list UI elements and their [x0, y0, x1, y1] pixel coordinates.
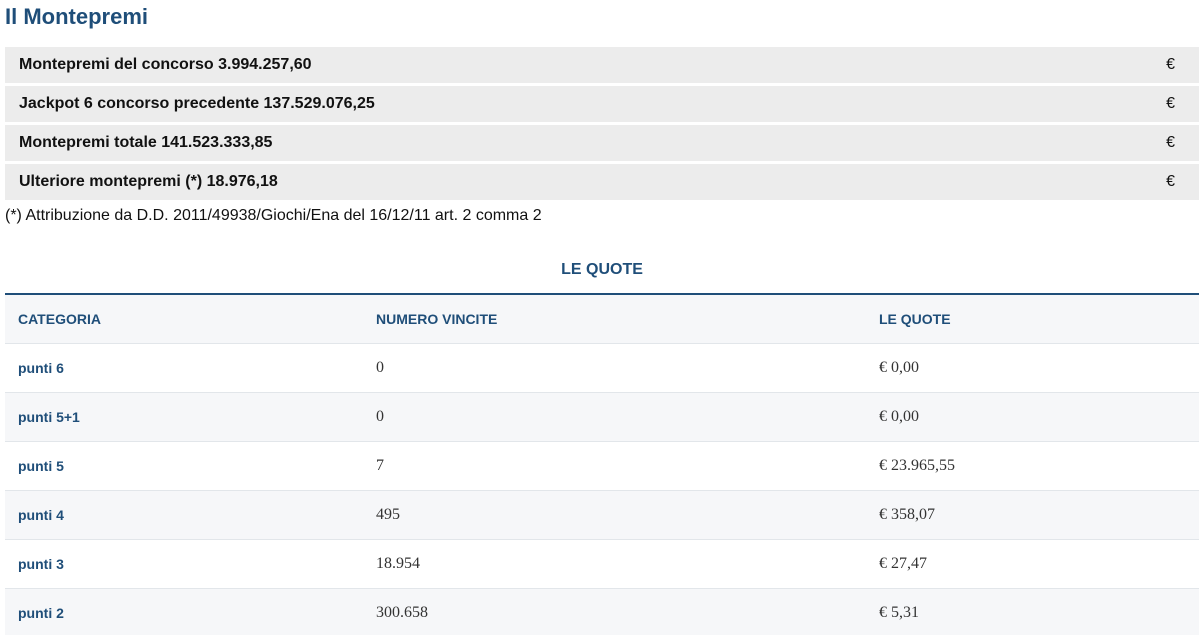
- quota-cell: € 27,47: [866, 539, 1199, 589]
- prize-row-jackpot: Jackpot 6 concorso precedente 137.529.07…: [5, 86, 1199, 122]
- currency-symbol: €: [1166, 95, 1175, 112]
- currency-symbol: €: [1166, 134, 1175, 151]
- prize-row-concorso: Montepremi del concorso 3.994.257,60 €: [5, 47, 1199, 83]
- quota-cell: € 23.965,55: [866, 441, 1199, 491]
- quote-table: CATEGORIA NUMERO VINCITE LE QUOTE punti …: [5, 293, 1199, 635]
- quota-cell: € 358,07: [866, 490, 1199, 540]
- prize-label: Montepremi del concorso 3.994.257,60: [19, 56, 312, 73]
- vincite-cell: 18.954: [363, 539, 866, 589]
- quota-cell: € 0,00: [866, 392, 1199, 442]
- vincite-cell: 0: [363, 343, 866, 393]
- categoria-cell: punti 5+1: [5, 392, 363, 442]
- page-title: Il Montepremi: [5, 4, 149, 29]
- categoria-cell: punti 2: [5, 588, 363, 635]
- table-row: punti 5 7 € 23.965,55: [5, 441, 1199, 491]
- prize-label: Jackpot 6 concorso precedente 137.529.07…: [19, 95, 375, 112]
- vincite-cell: 495: [363, 490, 866, 540]
- table-row: punti 4 495 € 358,07: [5, 490, 1199, 540]
- prize-label: Ulteriore montepremi (*) 18.976,18: [19, 173, 278, 190]
- page: Il Montepremi Montepremi del concorso 3.…: [0, 0, 1200, 635]
- categoria-cell: punti 3: [5, 539, 363, 589]
- quota-cell: € 5,31: [866, 588, 1199, 635]
- prize-row-totale: Montepremi totale 141.523.333,85 €: [5, 125, 1199, 161]
- vincite-cell: 0: [363, 392, 866, 442]
- prize-label: Montepremi totale 141.523.333,85: [19, 134, 273, 151]
- table-header-row: CATEGORIA NUMERO VINCITE LE QUOTE: [5, 294, 1199, 344]
- table-row: punti 6 0 € 0,00: [5, 343, 1199, 393]
- quota-cell: € 0,00: [866, 343, 1199, 393]
- currency-symbol: €: [1166, 56, 1175, 73]
- categoria-cell: punti 4: [5, 490, 363, 540]
- quote-section-title: LE QUOTE: [561, 261, 643, 278]
- footnote: (*) Attribuzione da D.D. 2011/49938/Gioc…: [5, 207, 542, 224]
- header-le-quote: LE QUOTE: [866, 294, 1199, 344]
- table-row: punti 2 300.658 € 5,31: [5, 588, 1199, 635]
- header-numero-vincite: NUMERO VINCITE: [363, 294, 866, 344]
- vincite-cell: 300.658: [363, 588, 866, 635]
- header-categoria: CATEGORIA: [5, 294, 363, 344]
- categoria-cell: punti 6: [5, 343, 363, 393]
- prize-row-ulteriore: Ulteriore montepremi (*) 18.976,18 €: [5, 164, 1199, 200]
- currency-symbol: €: [1166, 173, 1175, 190]
- vincite-cell: 7: [363, 441, 866, 491]
- table-row: punti 3 18.954 € 27,47: [5, 539, 1199, 589]
- table-row: punti 5+1 0 € 0,00: [5, 392, 1199, 442]
- categoria-cell: punti 5: [5, 441, 363, 491]
- prize-summary: Montepremi del concorso 3.994.257,60 € J…: [5, 47, 1199, 203]
